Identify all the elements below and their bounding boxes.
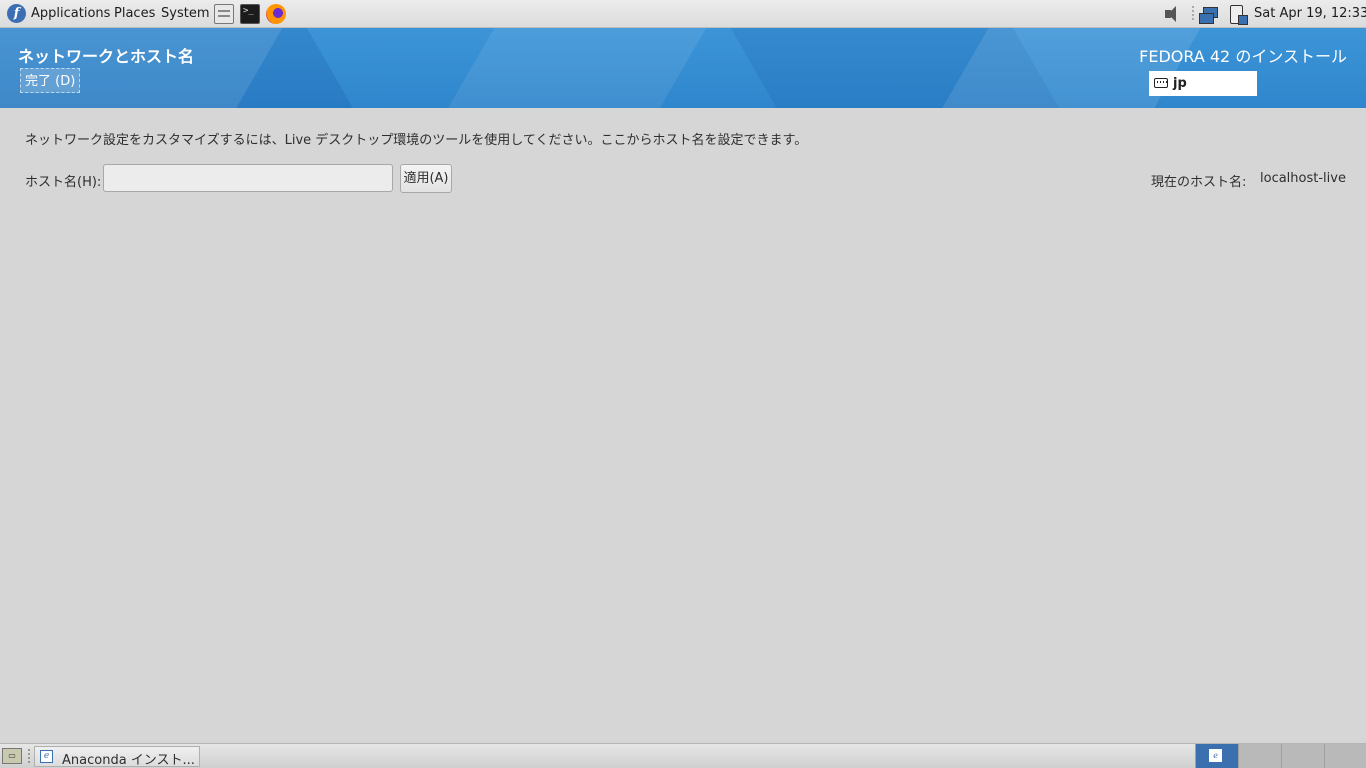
product-title: FEDORA 42 のインストール	[1139, 47, 1347, 66]
system-menu[interactable]: System	[161, 6, 209, 21]
file-manager-launcher-icon[interactable]	[214, 4, 234, 24]
current-hostname-label: 現在のホスト名:	[1151, 175, 1247, 190]
workspace-3[interactable]	[1281, 744, 1324, 768]
device-notification-icon[interactable]	[1227, 4, 1248, 25]
clock[interactable]: Sat Apr 19, 12:33	[1254, 6, 1366, 21]
applications-menu[interactable]: Applications	[31, 6, 110, 21]
places-menu[interactable]: Places	[114, 6, 155, 21]
hostname-input[interactable]	[103, 164, 393, 192]
done-button[interactable]: 完了 (D)	[20, 68, 81, 93]
description-text: ネットワーク設定をカスタマイズするには、Live デスクトップ環境のツールを使用…	[25, 133, 808, 148]
taskbar-window-button[interactable]: ℯ Anaconda インスト...	[34, 746, 200, 768]
workspace-1[interactable]: ℯ	[1195, 744, 1238, 768]
top-panel: f Applications Places System >_ Sat Apr …	[0, 0, 1366, 28]
hostname-label: ホスト名(H):	[25, 175, 102, 190]
keyboard-icon	[1154, 78, 1168, 88]
firefox-launcher-icon[interactable]	[266, 4, 286, 24]
workspace-2[interactable]	[1238, 744, 1281, 768]
bottom-taskbar: ▭ ℯ Anaconda インスト... ℯ	[0, 743, 1366, 768]
network-icon[interactable]	[1199, 4, 1219, 24]
anaconda-app-icon: ℯ	[40, 750, 53, 763]
keyboard-layout-label: jp	[1173, 76, 1187, 91]
show-desktop-icon[interactable]: ▭	[2, 748, 22, 764]
tray-separator	[1192, 6, 1194, 22]
taskbar-window-label: Anaconda インスト...	[62, 753, 195, 768]
workspace-window-icon: ℯ	[1209, 749, 1222, 762]
workspace-4[interactable]	[1324, 744, 1366, 768]
current-hostname-value: localhost-live	[1260, 171, 1346, 186]
terminal-launcher-icon[interactable]: >_	[240, 4, 260, 24]
fedora-logo-icon[interactable]: f	[7, 4, 26, 23]
apply-button[interactable]: 適用(A)	[400, 164, 452, 193]
keyboard-layout-indicator[interactable]: jp	[1149, 71, 1257, 96]
spoke-header: ネットワークとホスト名 完了 (D) FEDORA 42 のインストール jp	[0, 28, 1366, 108]
taskbar-separator	[28, 749, 30, 765]
volume-icon[interactable]	[1162, 4, 1182, 24]
page-title: ネットワークとホスト名	[18, 47, 195, 66]
